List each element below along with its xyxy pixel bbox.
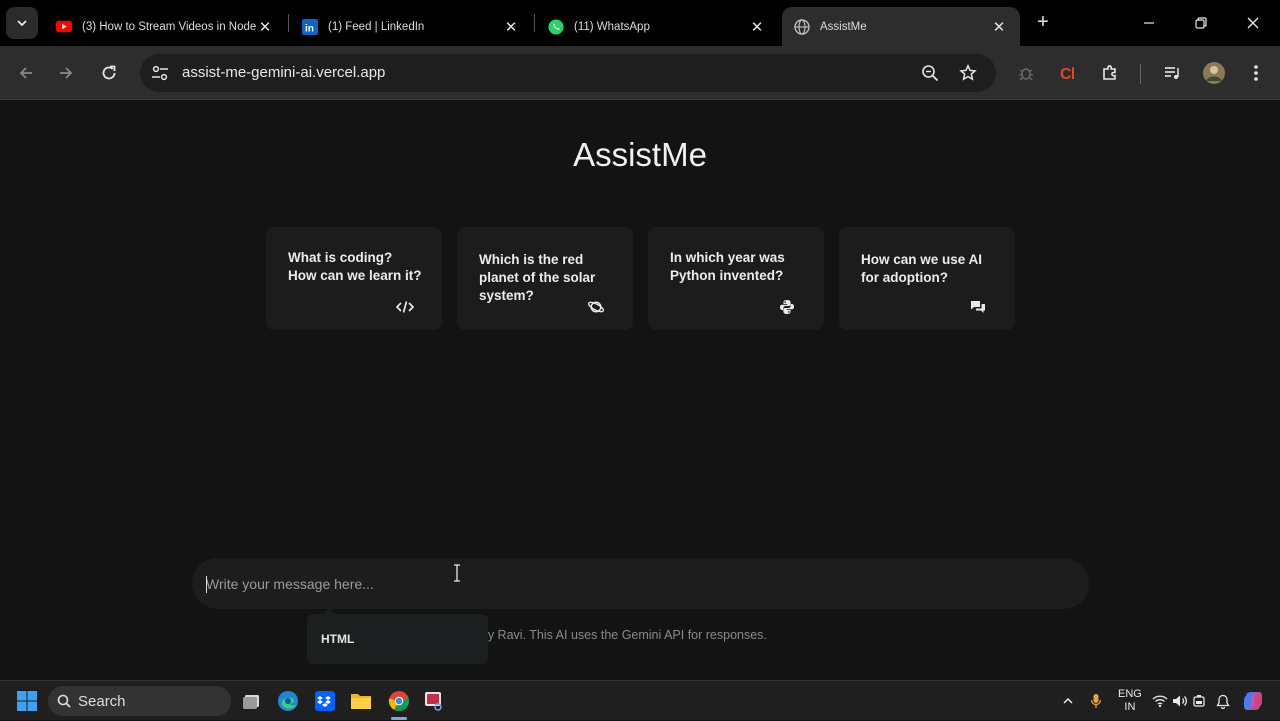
youtube-icon: [56, 19, 72, 35]
suggestion-card[interactable]: Which is the red planet of the solar sys…: [457, 227, 633, 330]
url-text: assist-me-gemini-ai.vercel.app: [182, 64, 386, 81]
arrow-right-icon: [60, 67, 73, 79]
volume-icon[interactable]: [1172, 681, 1188, 721]
taskbar-search-label: Search: [78, 693, 126, 710]
linkedin-icon: in: [302, 18, 318, 35]
address-bar[interactable]: assist-me-gemini-ai.vercel.app: [140, 54, 996, 92]
forward-button[interactable]: [52, 59, 80, 87]
card-text: What is coding? How can we learn it?: [288, 250, 422, 283]
tab-title: (1) Feed | LinkedIn: [328, 20, 425, 33]
restore-button[interactable]: [1176, 0, 1226, 46]
browser-toolbar: assist-me-gemini-ai.vercel.app C: [0, 46, 1280, 100]
minimize-button[interactable]: [1124, 0, 1174, 46]
close-tab-icon[interactable]: ✕: [990, 18, 1008, 36]
reload-icon: [102, 65, 116, 80]
chrome-icon[interactable]: [387, 689, 411, 713]
tab-strip: (3) How to Stream Videos in Nodejs ✕ in …: [0, 0, 1280, 46]
back-button[interactable]: [12, 59, 40, 87]
text-caret: [206, 576, 207, 593]
edge-icon[interactable]: [276, 689, 300, 713]
python-icon: [778, 298, 796, 316]
tab-assistme[interactable]: AssistMe ✕: [782, 7, 1020, 46]
browser-menu-button[interactable]: [1242, 59, 1270, 87]
extension-bug-icon[interactable]: [1012, 59, 1040, 87]
snipping-tool-icon[interactable]: [422, 689, 446, 713]
tooltip: HTML: [307, 614, 488, 664]
svg-text:in: in: [305, 23, 314, 34]
more-vertical-icon: [1254, 65, 1258, 81]
suggestion-card[interactable]: In which year was Python invented?: [648, 227, 824, 330]
wifi-icon[interactable]: [1152, 681, 1168, 721]
profile-avatar[interactable]: [1200, 59, 1228, 87]
tab-search-button[interactable]: [6, 7, 38, 39]
tab-whatsapp[interactable]: (11) WhatsApp ✕: [536, 7, 778, 46]
tab-divider: [288, 14, 289, 32]
close-tab-icon[interactable]: ✕: [256, 18, 274, 36]
card-text: Which is the red planet of the solar sys…: [479, 252, 596, 303]
microphone-icon[interactable]: [1090, 681, 1102, 721]
minimize-icon: [1144, 22, 1154, 24]
media-control-icon[interactable]: [1158, 59, 1186, 87]
tooltip-label: HTML: [321, 632, 355, 646]
toolbar-divider: [1140, 64, 1141, 84]
chevron-down-icon: [17, 20, 27, 27]
tab-linkedin[interactable]: in (1) Feed | LinkedIn ✕: [290, 7, 532, 46]
zoom-icon[interactable]: [920, 63, 940, 83]
planet-icon: [587, 298, 605, 316]
message-input[interactable]: [206, 558, 1066, 609]
battery-icon[interactable]: [1192, 681, 1206, 721]
app-title: AssistMe: [573, 136, 707, 173]
reload-button[interactable]: [95, 59, 123, 87]
whatsapp-icon: [548, 18, 564, 35]
search-icon: [57, 694, 71, 708]
close-window-button[interactable]: [1228, 0, 1278, 46]
card-text: In which year was Python invented?: [670, 250, 785, 283]
arrow-left-icon: [19, 67, 32, 79]
file-explorer-icon[interactable]: [349, 689, 373, 713]
close-tab-icon[interactable]: ✕: [748, 18, 766, 36]
language-code: ENG: [1118, 688, 1142, 700]
notifications-icon[interactable]: [1216, 681, 1230, 721]
new-tab-button[interactable]: +: [1032, 11, 1054, 33]
windows-start-icon[interactable]: [15, 689, 39, 713]
svg-text:C: C: [1060, 66, 1072, 83]
close-icon: [1247, 17, 1259, 29]
extensions-puzzle-icon[interactable]: [1096, 59, 1124, 87]
star-icon[interactable]: [958, 63, 978, 83]
message-input-container: [192, 558, 1089, 609]
code-icon: [396, 298, 414, 316]
card-text: How can we use AI for adoption?: [861, 252, 983, 285]
tab-title: AssistMe: [820, 20, 867, 33]
page-content: AssistMe What is coding? How can we lear…: [0, 100, 1280, 680]
site-settings-icon[interactable]: [150, 63, 170, 83]
region-code: IN: [1124, 701, 1136, 713]
chat-icon: [969, 298, 987, 316]
suggestion-card[interactable]: How can we use AI for adoption?: [839, 227, 1015, 330]
tab-divider: [534, 14, 535, 32]
show-hidden-icons[interactable]: [1062, 681, 1074, 721]
close-tab-icon[interactable]: ✕: [502, 18, 520, 36]
taskbar: Search ENG IN: [0, 680, 1280, 720]
text-cursor-icon: [454, 564, 460, 582]
task-view-icon[interactable]: [240, 689, 264, 713]
tab-youtube[interactable]: (3) How to Stream Videos in Nodejs ✕: [44, 7, 286, 46]
suggestion-card[interactable]: What is coding? How can we learn it?: [266, 227, 442, 330]
plus-icon: +: [1037, 10, 1049, 33]
dropbox-icon[interactable]: [313, 689, 337, 713]
tab-title: (11) WhatsApp: [574, 20, 650, 33]
taskbar-search[interactable]: Search: [48, 686, 231, 716]
globe-icon: [794, 18, 810, 35]
restore-icon: [1195, 17, 1207, 29]
extension-c-icon[interactable]: C: [1054, 59, 1082, 87]
copilot-icon[interactable]: [1242, 681, 1264, 721]
tab-title: (3) How to Stream Videos in Nodejs: [82, 20, 256, 33]
language-indicator[interactable]: ENG IN: [1118, 681, 1142, 721]
chevron-up-icon: [1063, 697, 1073, 704]
